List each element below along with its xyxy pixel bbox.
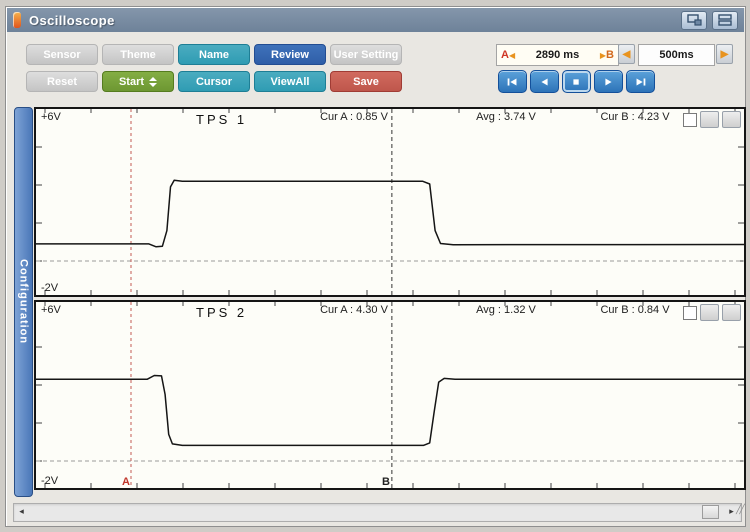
voltage-min-label: -2V — [41, 282, 59, 294]
average-readout: Avg : 3.74 V — [476, 111, 536, 123]
title-bar: Oscilloscope — [7, 8, 744, 33]
app-icon — [13, 12, 21, 28]
skip-to-start-icon — [507, 77, 517, 86]
configuration-tab-label: Configuration — [17, 259, 30, 345]
start-spinner-icon — [149, 76, 158, 87]
average-readout: Avg : 1.32 V — [476, 304, 536, 316]
cursor-b-label[interactable]: B — [382, 476, 390, 488]
skip-to-start-button[interactable] — [498, 70, 527, 93]
restore-windows-icon — [686, 14, 702, 26]
save-button[interactable]: Save — [330, 71, 402, 92]
play-button[interactable] — [594, 70, 623, 93]
user-setting-button[interactable]: User Setting — [330, 44, 402, 65]
cursor-a-readout: Cur A : 0.85 V — [320, 111, 388, 123]
configuration-tab[interactable]: Configuration — [14, 107, 33, 497]
toolbar: Sensor Theme Name Review User Setting Re… — [7, 32, 744, 104]
scroll-left-button[interactable]: ◂ — [15, 505, 28, 518]
cursor-b-readout: Cur B : 4.23 V — [600, 111, 670, 123]
scrollbar-thumb[interactable] — [702, 505, 719, 519]
cursor-a-arrow-icon: ◀ — [508, 51, 516, 60]
cursor-button[interactable]: Cursor — [178, 71, 250, 92]
channel-panel-tps1: +6V TPS 1 Cur A : 0.85 V Avg : 3.74 V Cu… — [34, 107, 746, 297]
viewall-button[interactable]: ViewAll — [254, 71, 326, 92]
reset-button[interactable]: Reset — [26, 71, 98, 92]
skip-to-end-button[interactable] — [626, 70, 655, 93]
ab-cursor-range-display: A◀ 2890 ms ▶B — [496, 44, 619, 66]
voltage-min-label: -2V — [41, 475, 59, 487]
sensor-button[interactable]: Sensor — [26, 44, 98, 65]
window-title: Oscilloscope — [29, 12, 115, 28]
play-icon — [605, 77, 612, 86]
step-back-icon — [541, 77, 548, 86]
stop-button[interactable] — [562, 70, 591, 93]
close-icon — [683, 304, 750, 490]
channel-close-button[interactable] — [722, 304, 741, 321]
timebase-decrease-button[interactable]: ◀ — [618, 44, 635, 64]
ab-range-value: 2890 ms — [535, 49, 580, 61]
cursor-b-tag: B — [606, 49, 614, 61]
app-window: Oscilloscope Sensor Theme Name Review Us… — [5, 6, 746, 527]
start-button-label: Start — [118, 75, 145, 88]
cursor-a-readout: Cur A : 4.30 V — [320, 304, 388, 316]
review-button[interactable]: Review — [254, 44, 326, 65]
playback-controls — [498, 70, 655, 93]
stop-icon — [573, 78, 579, 85]
skip-to-end-icon — [636, 77, 646, 86]
step-back-button[interactable] — [530, 70, 559, 93]
waveform-plot-tps2[interactable] — [36, 302, 744, 488]
tile-windows-button[interactable] — [712, 10, 738, 30]
horizontal-scrollbar[interactable]: ◂ ▸ — [13, 503, 742, 522]
oscilloscope-app: Oscilloscope Sensor Theme Name Review Us… — [0, 0, 750, 532]
channel-close-button[interactable] — [722, 111, 741, 128]
channel-name: TPS 2 — [196, 305, 248, 320]
restore-windows-button[interactable] — [681, 10, 707, 30]
name-button[interactable]: Name — [178, 44, 250, 65]
channel-panel-tps2: +6V TPS 2 Cur A : 4.30 V Avg : 1.32 V Cu… — [34, 300, 746, 490]
channel-name: TPS 1 — [196, 112, 248, 127]
resize-grip-icon[interactable]: ╱╱ — [736, 504, 746, 518]
cursor-a-tag: A — [501, 49, 509, 61]
start-button[interactable]: Start — [102, 71, 174, 92]
cursor-a-label[interactable]: A — [122, 476, 130, 488]
timebase-display: 500ms — [638, 44, 715, 66]
cursor-b-readout: Cur B : 0.84 V — [600, 304, 670, 316]
waveform-plot-tps1[interactable] — [36, 109, 744, 295]
timebase-increase-button[interactable]: ▶ — [716, 44, 733, 64]
voltage-max-label: +6V — [41, 304, 61, 316]
theme-button[interactable]: Theme — [102, 44, 174, 65]
voltage-max-label: +6V — [41, 111, 61, 123]
close-icon — [683, 111, 750, 297]
tile-windows-icon — [718, 14, 732, 26]
